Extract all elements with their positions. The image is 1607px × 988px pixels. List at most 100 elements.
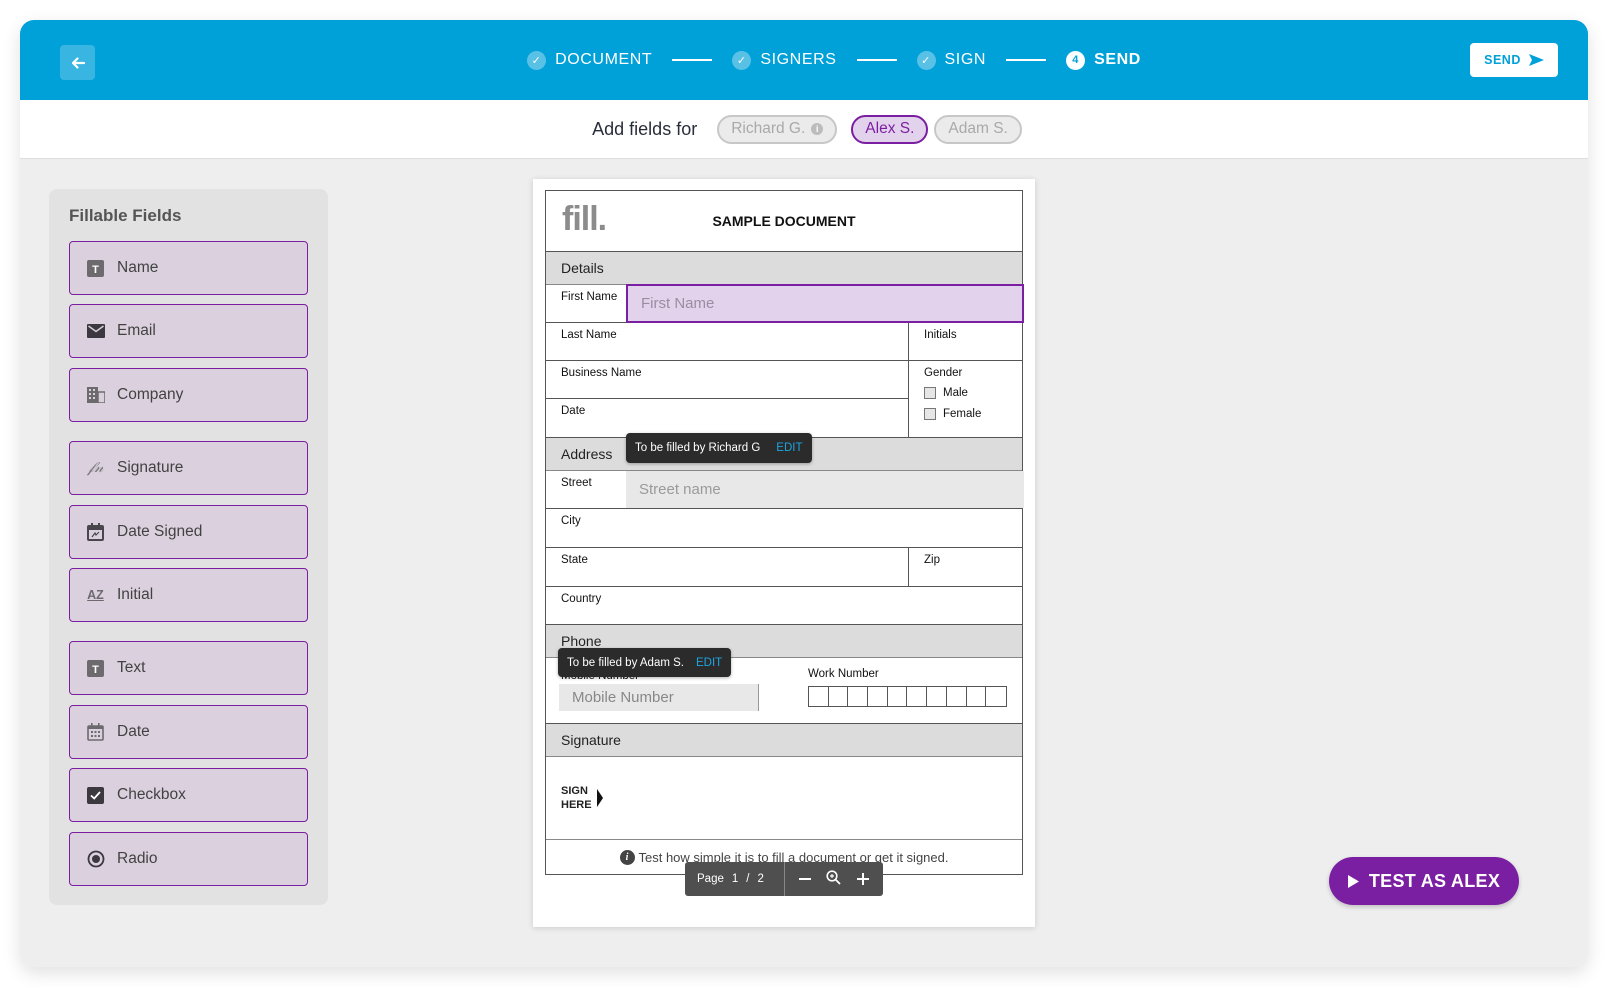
- row-first-name: First Name First Name: [546, 284, 1024, 323]
- street-field[interactable]: Street name: [626, 471, 1024, 508]
- signer-name: Adam S.: [948, 120, 1008, 137]
- page-label: Page: [697, 873, 724, 885]
- digit-box: [907, 687, 928, 706]
- street-label: Street: [561, 477, 592, 489]
- tooltip-text: To be filled by Adam S.: [567, 656, 684, 669]
- document-header: fill. SAMPLE DOCUMENT: [546, 191, 1022, 252]
- info-icon: i: [811, 123, 824, 135]
- total-pages: 2: [757, 873, 764, 885]
- top-bar: ✓ DOCUMENT ✓ SIGNERS ✓ SIGN 4 SEND SEND: [20, 20, 1588, 100]
- work-number-label: Work Number: [808, 668, 879, 680]
- zoom-controls: [785, 869, 883, 890]
- digit-box: [947, 687, 967, 706]
- field-email[interactable]: Email: [69, 304, 308, 358]
- zoom-icon: [826, 869, 842, 885]
- zip-label[interactable]: Zip: [908, 548, 1022, 586]
- row-business-gender: Business Name Date Gender Male Female: [546, 361, 1022, 438]
- edit-link[interactable]: EDIT: [776, 442, 802, 454]
- field-label: Checkbox: [117, 786, 186, 803]
- field-label: Company: [117, 386, 184, 403]
- step-label: SIGNERS: [760, 51, 837, 68]
- date-label[interactable]: Date: [546, 399, 908, 437]
- field-initial[interactable]: AZ Initial: [69, 568, 308, 622]
- row-city: City: [546, 509, 1022, 548]
- play-icon: [1347, 874, 1359, 888]
- field-checkbox[interactable]: Checkbox: [69, 768, 308, 822]
- send-button[interactable]: SEND: [1470, 43, 1558, 77]
- zoom-out-button[interactable]: [798, 869, 811, 890]
- field-name[interactable]: T Name: [69, 241, 308, 295]
- checkbox-box: [924, 387, 936, 399]
- page-separator: /: [746, 873, 750, 885]
- calendar-icon: [86, 723, 105, 742]
- signer-name: Richard G.: [731, 120, 806, 137]
- zoom-in-button[interactable]: [857, 869, 870, 890]
- step-signers[interactable]: ✓ SIGNERS: [732, 50, 837, 70]
- street-placeholder: Street name: [639, 481, 721, 498]
- signer-chip-adam[interactable]: Adam S.: [934, 114, 1022, 144]
- digit-box: [868, 687, 888, 706]
- first-name-field[interactable]: First Name: [626, 284, 1024, 323]
- text-icon: T: [86, 659, 105, 678]
- zoom-reset-button[interactable]: [826, 869, 842, 890]
- check-icon: ✓: [732, 50, 752, 70]
- mobile-number-placeholder: Mobile Number: [572, 689, 674, 706]
- signer-chip-richard[interactable]: Richard G. i: [717, 114, 838, 144]
- signer-chip-alex[interactable]: Alex S.: [851, 114, 929, 144]
- field-label: Date Signed: [117, 523, 203, 540]
- business-name-label[interactable]: Business Name: [546, 361, 908, 399]
- document-title: SAMPLE DOCUMENT: [712, 213, 856, 229]
- step-connector: [672, 59, 713, 61]
- section-signature: Signature: [546, 724, 1022, 757]
- wizard-steps: ✓ DOCUMENT ✓ SIGNERS ✓ SIGN 4 SEND: [20, 20, 1588, 100]
- digit-box: [986, 687, 1006, 706]
- male-label: Male: [943, 387, 968, 399]
- signer-bar: Add fields for Richard G. i Alex S. Adam…: [20, 100, 1588, 159]
- step-label: SIGN: [944, 51, 987, 68]
- step-send[interactable]: 4 SEND: [1066, 50, 1141, 70]
- test-button-label: TEST AS ALEX: [1368, 870, 1501, 891]
- field-text[interactable]: T Text: [69, 641, 308, 695]
- gender-cell: Gender Male Female: [908, 361, 1022, 437]
- field-radio[interactable]: Radio: [69, 832, 308, 886]
- row-country: Country: [546, 587, 1022, 625]
- checkbox-box: [924, 408, 936, 420]
- work-number-boxes[interactable]: [808, 686, 1007, 707]
- male-checkbox[interactable]: Male: [924, 387, 1022, 399]
- state-label[interactable]: State: [546, 548, 908, 586]
- step-document[interactable]: ✓ DOCUMENT: [527, 50, 652, 70]
- sign-here-arrow-icon: [596, 789, 603, 807]
- plus-icon: [857, 872, 870, 885]
- field-company[interactable]: Company: [69, 368, 308, 422]
- field-date-signed[interactable]: Date Signed: [69, 505, 308, 559]
- step-connector: [856, 59, 897, 61]
- last-name-label[interactable]: Last Name: [546, 323, 908, 360]
- digit-box: [967, 687, 987, 706]
- building-icon: [86, 386, 105, 405]
- field-label: Name: [117, 259, 159, 276]
- mobile-number-field[interactable]: Mobile Number: [559, 684, 759, 711]
- row-signature[interactable]: SIGN HERE: [546, 757, 1022, 840]
- initials-label[interactable]: Initials: [908, 323, 1022, 360]
- row-street: Street Street name: [546, 471, 1024, 509]
- test-as-alex-button[interactable]: TEST AS ALEX: [1329, 857, 1519, 905]
- field-label: Radio: [117, 850, 158, 867]
- info-icon: i: [619, 849, 635, 865]
- first-name-label: First Name: [561, 291, 618, 303]
- current-page[interactable]: 1: [732, 873, 738, 885]
- field-signature[interactable]: 𝒻𝓃 Signature: [69, 441, 308, 495]
- country-label[interactable]: Country: [546, 587, 1022, 624]
- step-sign[interactable]: ✓ SIGN: [916, 50, 987, 70]
- signature-icon: 𝒻𝓃: [87, 460, 104, 476]
- svg-text:T: T: [92, 264, 99, 276]
- document-page: fill. SAMPLE DOCUMENT Details First Name…: [533, 179, 1035, 927]
- envelope-icon: [86, 322, 105, 341]
- field-date[interactable]: Date: [69, 705, 308, 759]
- gender-label: Gender: [924, 367, 963, 379]
- step-connector: [1006, 59, 1047, 61]
- check-icon: ✓: [916, 50, 936, 70]
- edit-link[interactable]: EDIT: [696, 657, 722, 669]
- check-icon: ✓: [527, 50, 547, 70]
- female-checkbox[interactable]: Female: [924, 408, 1022, 420]
- city-label[interactable]: City: [546, 509, 1022, 547]
